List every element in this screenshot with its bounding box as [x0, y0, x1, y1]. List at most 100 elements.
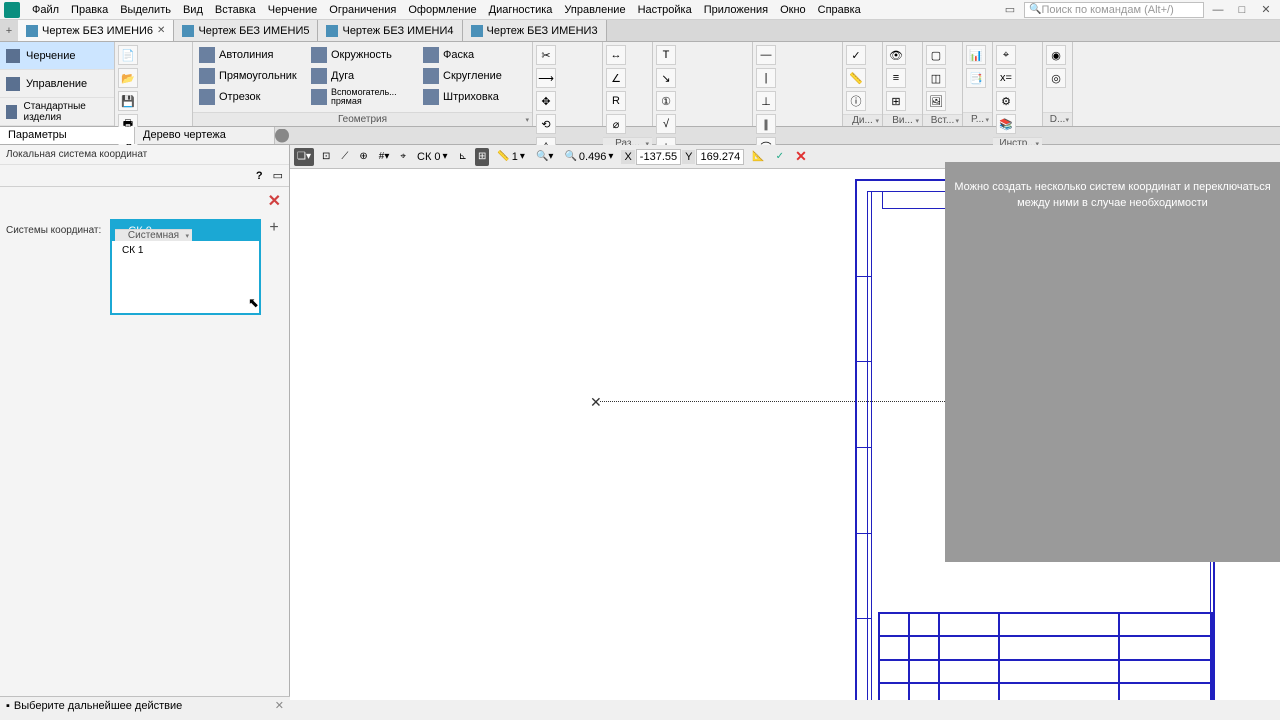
menu-format[interactable]: Оформление	[402, 2, 482, 18]
tab-close-icon[interactable]: ✕	[157, 25, 165, 36]
tab-parameters[interactable]: Параметры	[0, 127, 135, 144]
d2-icon[interactable]: ◎	[1046, 68, 1066, 88]
menu-manage[interactable]: Управление	[558, 2, 631, 18]
mode-standard-parts[interactable]: Стандартные изделия	[0, 98, 114, 126]
menu-apps[interactable]: Приложения	[698, 2, 774, 18]
maximize-button[interactable]: □	[1232, 2, 1252, 18]
c-horiz-icon[interactable]: —	[756, 45, 776, 65]
cs-dropdown[interactable]: СК 0 ▾	[414, 148, 451, 166]
ins-img-icon[interactable]: 🖼	[926, 91, 946, 111]
tool-chamfer[interactable]: Фаска	[421, 44, 521, 65]
doc-tab-1[interactable]: Чертеж БЕЗ ИМЕНИ6✕	[18, 20, 174, 41]
menu-view[interactable]: Вид	[177, 2, 209, 18]
panel-gear-icon[interactable]	[275, 127, 289, 144]
check-icon[interactable]: ✓	[846, 45, 866, 65]
eraser-tool-icon[interactable]: ❏▾	[294, 148, 314, 166]
d1-icon[interactable]: ◉	[1046, 45, 1066, 65]
panel-close-icon[interactable]: ✕	[268, 193, 281, 210]
save-file-icon[interactable]: 💾	[118, 91, 138, 111]
menu-edit[interactable]: Правка	[65, 2, 114, 18]
command-search[interactable]: 🔍 Поиск по командам (Alt+/)	[1024, 2, 1204, 18]
group-label-system[interactable]: Системная	[115, 229, 192, 241]
menu-settings[interactable]: Настройка	[632, 2, 698, 18]
help-icon[interactable]: ?	[256, 170, 263, 182]
c-vert-icon[interactable]: |	[756, 68, 776, 88]
cs-icon[interactable]: ⌖	[996, 45, 1016, 65]
doc-tab-3[interactable]: Чертеж БЕЗ ИМЕНИ4	[318, 20, 462, 41]
snap-settings-icon[interactable]: 📐	[749, 148, 767, 166]
dim-linear-icon[interactable]: ↔	[606, 45, 626, 65]
info-icon[interactable]: ⓘ	[846, 91, 866, 111]
layers-icon[interactable]: ≡	[886, 68, 906, 88]
macro-icon[interactable]: ⚙	[996, 91, 1016, 111]
ortho-icon[interactable]: ⊾	[456, 148, 470, 166]
grid-view-icon[interactable]: ⊞	[886, 91, 906, 111]
accept-icon[interactable]: ✓	[773, 148, 787, 166]
snap-end-icon[interactable]: ⊡	[319, 148, 333, 166]
menu-draw[interactable]: Черчение	[262, 2, 324, 18]
dim-angle-icon[interactable]: ∠	[606, 68, 626, 88]
group-label[interactable]: Ди...	[843, 114, 882, 126]
new-tab-button[interactable]: +	[0, 20, 18, 41]
dim-diam-icon[interactable]: ⌀	[606, 114, 626, 134]
surface-icon[interactable]: √	[656, 114, 676, 134]
measure-icon[interactable]: 📏	[846, 68, 866, 88]
menu-constraints[interactable]: Ограничения	[323, 2, 402, 18]
tool-auxline[interactable]: Вспомогатель... прямая	[309, 86, 419, 107]
mode-drawing[interactable]: Черчение	[0, 42, 114, 70]
ins-view-icon[interactable]: ▢	[926, 45, 946, 65]
group-label[interactable]: Ви...	[883, 114, 922, 126]
tool-hatch[interactable]: Штриховка	[421, 86, 521, 107]
group-label-geometry[interactable]: Геометрия	[193, 112, 532, 126]
report-icon[interactable]: 📊	[966, 45, 986, 65]
rotate-icon[interactable]: ⟲	[536, 114, 556, 134]
view-icon[interactable]: 👁	[886, 45, 906, 65]
layout-icon[interactable]: ▭	[1000, 2, 1020, 18]
tab-tree[interactable]: Дерево чертежа	[135, 127, 275, 144]
mode-manage[interactable]: Управление	[0, 70, 114, 98]
close-button[interactable]: ✕	[1256, 2, 1276, 18]
zoom-fit-icon[interactable]: 🔍▾	[533, 148, 556, 166]
tool-arc[interactable]: Дуга	[309, 65, 419, 86]
extend-icon[interactable]: ⟶	[536, 68, 556, 88]
doc-tab-4[interactable]: Чертеж БЕЗ ИМЕНИ3	[463, 20, 607, 41]
menu-diagnostics[interactable]: Диагностика	[483, 2, 559, 18]
c-perp-icon[interactable]: ⊥	[756, 91, 776, 111]
menu-help[interactable]: Справка	[812, 2, 867, 18]
tool-autoline[interactable]: Автолиния	[197, 44, 307, 65]
open-file-icon[interactable]: 📂	[118, 68, 138, 88]
coord-item-1[interactable]: СК 1	[112, 241, 259, 260]
lib-icon[interactable]: 📚	[996, 114, 1016, 134]
text-icon[interactable]: T	[656, 45, 676, 65]
cancel-icon[interactable]: ✕	[792, 148, 810, 166]
snap-center-icon[interactable]: ⊕	[356, 148, 370, 166]
add-coord-button[interactable]: +	[265, 219, 283, 237]
minimize-button[interactable]: —	[1208, 2, 1228, 18]
group-label[interactable]: Р...	[963, 112, 992, 126]
balloon-icon[interactable]: ①	[656, 91, 676, 111]
spec-icon[interactable]: 📑	[966, 68, 986, 88]
cs-origin-icon[interactable]: ⌖	[397, 148, 409, 166]
doc-tab-2[interactable]: Чертеж БЕЗ ИМЕНИ5	[174, 20, 318, 41]
group-label[interactable]: D...	[1043, 112, 1072, 126]
tool-circle[interactable]: Окружность	[309, 44, 419, 65]
tool-rectangle[interactable]: Прямоугольник	[197, 65, 307, 86]
group-label[interactable]: Вст...	[923, 114, 962, 126]
scale-dropdown[interactable]: 📏 1 ▾	[494, 148, 528, 166]
snap-mid-icon[interactable]: ⟋	[338, 148, 351, 166]
dim-radius-icon[interactable]: R	[606, 91, 626, 111]
zoom-dropdown[interactable]: 🔍 0.496 ▾	[561, 148, 616, 166]
new-file-icon[interactable]: 📄	[118, 45, 138, 65]
move-icon[interactable]: ✥	[536, 91, 556, 111]
var-icon[interactable]: x=	[996, 68, 1016, 88]
panel-menu-icon[interactable]: ▭	[273, 169, 283, 182]
status-close-icon[interactable]: ✕	[275, 699, 284, 712]
leader-icon[interactable]: ↘	[656, 68, 676, 88]
y-value[interactable]: 169.274	[696, 149, 744, 165]
menu-file[interactable]: Файл	[26, 2, 65, 18]
menu-select[interactable]: Выделить	[114, 2, 177, 18]
snap-toggle-icon[interactable]: ⊞	[475, 148, 489, 166]
menu-insert[interactable]: Вставка	[209, 2, 262, 18]
c-parallel-icon[interactable]: ∥	[756, 114, 776, 134]
ins-frag-icon[interactable]: ◫	[926, 68, 946, 88]
